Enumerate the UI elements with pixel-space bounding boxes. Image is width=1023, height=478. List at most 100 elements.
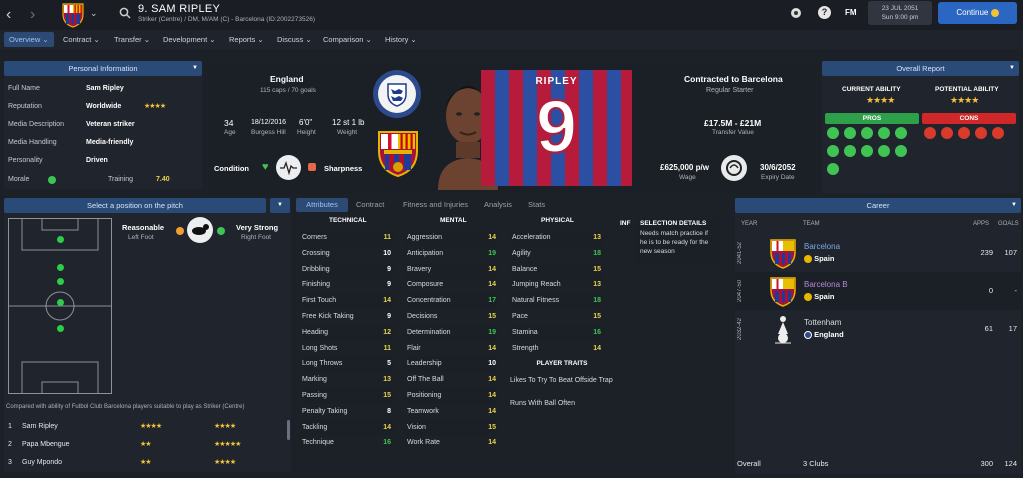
attribute-row[interactable]: Pace 15 — [510, 309, 604, 325]
position-dot[interactable] — [57, 278, 64, 285]
chevron-down-icon[interactable]: ▼ — [1011, 198, 1017, 213]
position-dot[interactable] — [57, 325, 64, 332]
tab-history[interactable]: History ⌄ — [380, 32, 422, 47]
pro-icon[interactable] — [844, 145, 856, 157]
attribute-row[interactable]: Heading 12 — [300, 324, 394, 341]
position-dot[interactable] — [57, 264, 64, 271]
attribute-row[interactable]: Work Rate 14 — [405, 435, 499, 451]
chevron-down-icon[interactable]: ▼ — [1009, 61, 1015, 76]
help-icon[interactable]: ? — [818, 6, 831, 19]
chevron-down-icon[interactable]: ▼ — [192, 61, 198, 76]
attribute-row[interactable]: Aggression 14 — [405, 230, 499, 246]
con-icon[interactable] — [958, 127, 970, 139]
attribute-row[interactable]: Technique 16 — [300, 435, 394, 451]
con-icon[interactable] — [941, 127, 953, 139]
attribute-row[interactable]: Free Kick Taking 9 — [300, 309, 394, 325]
pro-icon[interactable] — [895, 127, 907, 139]
compare-row[interactable]: 3 Guy Mpondo ★★ ★★★★ — [4, 454, 288, 472]
attribute-row[interactable]: Corners 11 — [300, 230, 394, 246]
tab-development[interactable]: Development ⌄ — [158, 32, 221, 47]
fm-logo[interactable]: FM — [845, 8, 857, 17]
pro-icon[interactable] — [861, 127, 873, 139]
trait-item[interactable]: Likes To Try To Beat Offside Trap — [510, 376, 620, 386]
attribute-row[interactable]: Penalty Taking 8 — [300, 404, 394, 420]
scrollbar[interactable] — [287, 420, 290, 440]
con-icon[interactable] — [924, 127, 936, 139]
attribute-row[interactable]: Balance 15 — [510, 261, 604, 278]
tab-transfer[interactable]: Transfer ⌄ — [109, 32, 155, 47]
con-icon[interactable] — [975, 127, 987, 139]
attribute-row[interactable]: Positioning 14 — [405, 388, 499, 404]
attribute-row[interactable]: Leadership 10 — [405, 356, 499, 373]
tab-contract-sub[interactable]: Contract — [356, 198, 384, 212]
career-row[interactable]: 2032-42 Tottenham England 61 17 — [735, 310, 1021, 348]
career-row[interactable]: 2041-52 Barcelona Spain 239 107 — [735, 234, 1021, 272]
attribute-row[interactable]: Flair 14 — [405, 341, 499, 357]
pro-icon[interactable] — [827, 145, 839, 157]
attribute-row[interactable]: Off The Ball 14 — [405, 372, 499, 388]
position-dot[interactable] — [57, 236, 64, 243]
attribute-row[interactable]: Determination 19 — [405, 324, 499, 341]
career-team[interactable]: Barcelona — [804, 242, 840, 251]
barcelona-crest-icon[interactable] — [374, 128, 422, 178]
contract-icon[interactable] — [721, 155, 747, 181]
attribute-row[interactable]: Composure 14 — [405, 277, 499, 293]
foot-icon[interactable] — [187, 217, 213, 243]
attribute-row[interactable]: Natural Fitness 18 — [510, 293, 604, 310]
attribute-row[interactable]: Decisions 15 — [405, 309, 499, 325]
pro-icon[interactable] — [878, 145, 890, 157]
pro-icon[interactable] — [861, 145, 873, 157]
continue-button[interactable]: Continue — [938, 2, 1017, 24]
tab-discuss[interactable]: Discuss ⌄ — [272, 32, 317, 47]
attribute-row[interactable]: Strength 14 — [510, 341, 604, 357]
ball-icon[interactable] — [790, 7, 802, 19]
career-row[interactable]: 2047-50 Barcelona B Spain 0 - — [735, 272, 1021, 310]
search-icon[interactable] — [119, 7, 131, 19]
tab-comparison[interactable]: Comparison ⌄ — [318, 32, 377, 47]
tab-analysis[interactable]: Analysis — [484, 198, 512, 212]
tab-reports[interactable]: Reports ⌄ — [224, 32, 269, 47]
personal-info-header[interactable]: Personal Information ▼ — [4, 61, 202, 76]
date-box[interactable]: 23 JUL 2051 Sun 9:00 pm — [868, 1, 932, 25]
attribute-row[interactable]: Concentration 17 — [405, 293, 499, 310]
overall-report-header[interactable]: Overall Report ▼ — [822, 61, 1019, 76]
pro-icon[interactable] — [878, 127, 890, 139]
con-icon[interactable] — [992, 127, 1004, 139]
tab-contract[interactable]: Contract ⌄ — [58, 32, 105, 47]
forward-arrow-icon[interactable]: › — [30, 6, 35, 24]
heart-rate-icon[interactable] — [276, 155, 301, 180]
attribute-row[interactable]: Anticipation 19 — [405, 246, 499, 262]
morale-icon[interactable] — [48, 176, 56, 184]
attribute-row[interactable]: Passing 15 — [300, 388, 394, 404]
tab-attributes[interactable]: Attributes — [296, 198, 348, 212]
attribute-row[interactable]: Agility 18 — [510, 246, 604, 262]
attribute-row[interactable]: Acceleration 13 — [510, 230, 604, 246]
career-team[interactable]: Tottenham — [804, 318, 841, 327]
tab-stats[interactable]: Stats — [528, 198, 545, 212]
chevron-down-icon[interactable]: ⌄ — [90, 8, 98, 19]
position-dot[interactable] — [57, 299, 64, 306]
attribute-row[interactable]: Bravery 14 — [405, 261, 499, 278]
attribute-row[interactable]: Finishing 9 — [300, 277, 394, 293]
tab-overview[interactable]: Overview ⌄ — [4, 32, 54, 47]
pro-icon[interactable] — [844, 127, 856, 139]
attribute-row[interactable]: First Touch 14 — [300, 293, 394, 310]
compare-row[interactable]: 2 Papa Mbengue ★★ ★★★★★ — [4, 436, 288, 454]
position-select-header[interactable]: Select a position on the pitch — [4, 198, 266, 213]
tab-fitness[interactable]: Fitness and Injuries — [403, 198, 468, 212]
pro-icon[interactable] — [827, 127, 839, 139]
attribute-row[interactable]: Vision 15 — [405, 419, 499, 436]
attribute-row[interactable]: Stamina 16 — [510, 324, 604, 341]
attribute-row[interactable]: Dribbling 9 — [300, 261, 394, 278]
england-crest-icon[interactable] — [373, 70, 421, 118]
pro-icon[interactable] — [895, 145, 907, 157]
back-arrow-icon[interactable]: ‹ — [6, 6, 11, 24]
pro-icon[interactable] — [827, 163, 839, 175]
attribute-row[interactable]: Marking 13 — [300, 372, 394, 388]
career-team[interactable]: Barcelona B — [804, 280, 848, 289]
compare-row[interactable]: 1 Sam Ripley ★★★★ ★★★★ — [4, 418, 288, 436]
attribute-row[interactable]: Long Throws 5 — [300, 356, 394, 373]
attribute-row[interactable]: Tackling 14 — [300, 419, 394, 436]
trait-item[interactable]: Runs With Ball Often — [510, 399, 620, 409]
attribute-row[interactable]: Teamwork 14 — [405, 404, 499, 420]
